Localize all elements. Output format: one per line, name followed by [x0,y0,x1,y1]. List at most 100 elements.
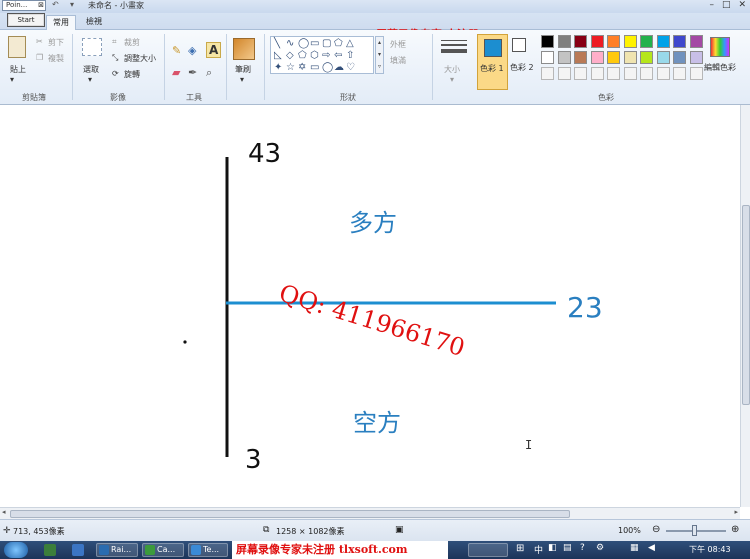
color-swatch[interactable] [590,35,604,48]
color-swatch[interactable] [689,35,703,48]
close-window-button[interactable]: ✕ [738,0,746,11]
taskbar-item[interactable]: Rai... [96,543,138,557]
six-point-star-icon[interactable]: ✡ [298,63,306,73]
custom-color-slot[interactable] [590,67,604,80]
paste-button[interactable]: 貼上 [10,64,26,75]
five-point-star-icon[interactable]: ☆ [286,63,295,73]
custom-color-slot[interactable] [607,67,620,80]
color-swatch[interactable] [673,51,686,64]
custom-color-slot[interactable] [574,67,587,80]
color-swatch[interactable] [541,35,554,48]
color2-label[interactable]: 色彩 2 [510,62,534,73]
edit-colors-button[interactable]: 編輯色彩 [704,62,736,73]
quicklaunch-app-icon[interactable] [44,544,56,556]
tab-view[interactable]: 檢視 [80,15,108,30]
close-icon[interactable]: ⊠ [38,1,44,10]
color2-swatch[interactable] [512,38,526,52]
shapes-gallery[interactable]: ╲ ∿ ◯ ▭ ▢ ⬠ △ ◺ ◇ ⬠ ⬡ ⇨ ⇦ ⇧ ✦ ☆ ✡ ▭ ◯ ☁ … [270,36,374,74]
fill-button[interactable]: 填滿 [390,55,406,66]
resize-button[interactable]: 調整大小 [124,53,156,64]
color-swatch[interactable] [557,51,571,64]
right-triangle-shape-icon[interactable]: ◺ [274,51,282,61]
edit-colors-icon[interactable] [710,37,730,57]
zoom-out-button[interactable]: ⊖ [652,524,660,535]
network-icon[interactable]: ▦ [630,543,639,553]
quick-access-dropdown-icon[interactable]: ▾ [70,0,74,9]
color-swatch[interactable] [574,35,587,48]
drawing-canvas[interactable]: I 43 3 23 多方 空方 QQ: 411966170 [0,105,740,507]
color-picker-icon[interactable]: ✒ [188,66,197,79]
zoom-in-button[interactable]: ⊕ [731,524,739,535]
diamond-shape-icon[interactable]: ◇ [286,51,294,61]
color-swatch[interactable] [689,51,703,64]
app-tab-button[interactable]: Poin... ⊠ [2,0,46,11]
maximize-button[interactable]: □ [722,0,731,11]
minimize-button[interactable]: – [709,0,714,11]
taskbar-item[interactable]: Te... [188,543,228,557]
custom-color-slot[interactable] [557,67,571,80]
color-swatch[interactable] [590,51,604,64]
cloud-callout-icon[interactable]: ☁ [334,63,344,73]
tray-language-icon[interactable]: 中 [534,543,543,556]
help-icon[interactable]: ? [580,543,585,553]
crop-button[interactable]: 裁剪 [124,37,140,48]
select-dropdown-icon[interactable]: ▾ [88,75,92,84]
fill-icon[interactable]: ◈ [188,44,196,57]
pentagon-shape-icon[interactable]: ⬠ [298,51,307,61]
rounded-rect-shape-icon[interactable]: ▢ [322,39,331,49]
rectangle-shape-icon[interactable]: ▭ [310,39,319,49]
color-swatch[interactable] [607,51,620,64]
vertical-scrollbar[interactable] [740,105,750,507]
scroll-left-icon[interactable]: ◂ [2,508,6,516]
outline-button[interactable]: 外框 [390,39,406,50]
color-swatch[interactable] [656,35,670,48]
brush-icon[interactable] [233,38,255,60]
color-swatch[interactable] [623,35,637,48]
copy-button[interactable]: 複製 [48,53,64,64]
custom-color-slot[interactable] [640,67,653,80]
custom-color-slot[interactable] [541,67,554,80]
tray-icon[interactable]: ⊞ [516,543,524,554]
select-button[interactable]: 選取 [83,64,99,75]
color-swatch[interactable] [574,51,587,64]
quicklaunch-app-icon[interactable] [72,544,84,556]
paste-icon[interactable] [8,36,26,58]
up-arrow-shape-icon[interactable]: ⇧ [346,51,354,61]
tray-settings-icon[interactable]: ⚙ [596,543,604,553]
color-swatch[interactable] [673,35,686,48]
horizontal-scrollbar[interactable]: ◂ ▸ [0,507,740,519]
custom-color-slot[interactable] [689,67,703,80]
magnifier-icon[interactable]: ⌕ [206,66,212,80]
windows-start-orb[interactable] [4,542,28,558]
custom-color-slot[interactable] [673,67,686,80]
custom-color-slot[interactable] [656,67,670,80]
color-swatch[interactable] [640,51,653,64]
color-swatch[interactable] [557,35,571,48]
cut-button[interactable]: 剪下 [48,37,64,48]
eraser-icon[interactable]: ▰ [172,66,180,79]
paste-dropdown-icon[interactable]: ▾ [10,75,14,84]
callout-rect-icon[interactable]: ▭ [310,63,319,73]
tray-icon[interactable]: ◧ [548,543,557,553]
four-point-star-icon[interactable]: ✦ [274,63,282,73]
heart-shape-icon[interactable]: ♡ [346,63,355,73]
shapes-scroll[interactable]: ▴ ▾ ▿ [375,36,384,74]
triangle-shape-icon[interactable]: △ [346,39,354,49]
rotate-button[interactable]: 旋轉 [124,69,140,80]
tab-home[interactable]: 常用 [46,15,76,30]
right-arrow-shape-icon[interactable]: ⇨ [322,51,330,61]
size-icon[interactable] [441,40,467,54]
oval-shape-icon[interactable]: ◯ [298,39,309,49]
color-swatch[interactable] [541,51,554,64]
polygon-shape-icon[interactable]: ⬠ [334,39,343,49]
size-dropdown-icon[interactable]: ▾ [450,75,454,84]
horizontal-scroll-thumb[interactable] [10,510,570,518]
clock[interactable]: 下午 08:43 [689,544,731,555]
text-tool-icon[interactable]: A [206,42,222,58]
custom-color-slot[interactable] [623,67,637,80]
left-arrow-shape-icon[interactable]: ⇦ [334,51,342,61]
color-swatch[interactable] [656,51,670,64]
pencil-icon[interactable]: ✎ [172,44,181,57]
brushes-button[interactable]: 筆刷 [235,64,251,75]
size-button[interactable]: 大小 [444,64,460,75]
